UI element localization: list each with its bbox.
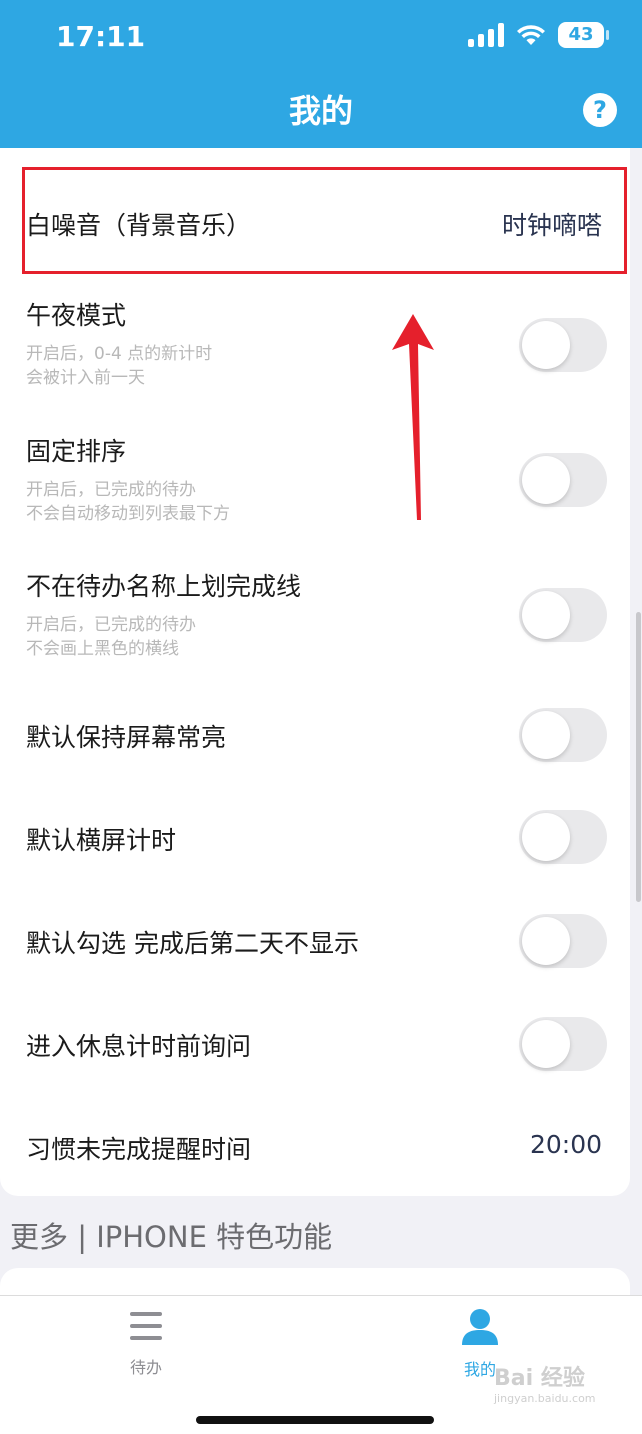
setting-no-strikethrough: 不在待办名称上划完成线 开启后，已完成的待办 不会画上黑色的横线 <box>0 549 630 679</box>
status-time: 17:11 <box>56 20 146 53</box>
setting-landscape-timer: 默认横屏计时 <box>0 786 630 886</box>
help-icon[interactable]: ? <box>583 93 617 127</box>
setting-title: 午夜模式 <box>26 301 127 330</box>
setting-midnight-mode: 午夜模式 开启后，0-4 点的新计时 会被计入前一天 <box>0 278 630 408</box>
landscape-timer-toggle[interactable] <box>519 810 607 864</box>
page-title: 我的 <box>288 92 353 130</box>
setting-title: 习惯未完成提醒时间 <box>26 1135 252 1164</box>
setting-hide-next-day: 默认勾选 完成后第二天不显示 <box>0 890 630 990</box>
highlight-box <box>22 167 627 274</box>
setting-title: 默认勾选 完成后第二天不显示 <box>26 929 359 958</box>
list-icon <box>130 1312 162 1340</box>
setting-value: 20:00 <box>529 1130 602 1159</box>
hide-next-day-toggle[interactable] <box>519 914 607 968</box>
tab-label: 待办 <box>129 1358 162 1377</box>
settings-card: 白噪音（背景音乐） 时钟嘀嗒 午夜模式 开启后，0-4 点的新计时 会被计入前一… <box>0 148 630 1196</box>
header-bar: 17:11 43 我的 ? <box>0 0 642 148</box>
setting-desc: 开启后，0-4 点的新计时 <box>26 344 213 364</box>
setting-title: 固定排序 <box>26 437 127 466</box>
setting-title: 默认横屏计时 <box>26 826 177 855</box>
midnight-mode-toggle[interactable] <box>519 318 607 372</box>
setting-habit-reminder[interactable]: 习惯未完成提醒时间 20:00 <box>0 1096 630 1196</box>
setting-desc: 开启后，已完成的待办 <box>26 615 196 635</box>
ask-before-rest-toggle[interactable] <box>519 1017 607 1071</box>
section-title: 更多 | IPHONE 特色功能 <box>10 1220 333 1254</box>
watermark: Bai 经验 jingyan.baidu.com <box>494 1360 596 1405</box>
setting-title: 进入休息计时前询问 <box>26 1032 252 1061</box>
wifi-icon <box>517 25 545 45</box>
setting-desc: 开启后，已完成的待办 <box>26 480 196 500</box>
tab-todo[interactable]: 待办 <box>86 1308 206 1378</box>
watermark-brand: Bai 经验 <box>494 1366 585 1391</box>
setting-desc: 会被计入前一天 <box>26 368 145 388</box>
annotation-arrow-icon <box>392 314 434 520</box>
setting-title: 默认保持屏幕常亮 <box>26 723 227 752</box>
battery-icon: 43 <box>558 22 609 48</box>
setting-title: 不在待办名称上划完成线 <box>26 572 302 601</box>
no-strikethrough-toggle[interactable] <box>519 588 607 642</box>
setting-ask-before-rest: 进入休息计时前询问 <box>0 993 630 1093</box>
status-icons: 43 <box>468 22 609 48</box>
setting-keep-screen-on: 默认保持屏幕常亮 <box>0 684 630 784</box>
setting-desc: 不会画上黑色的横线 <box>26 639 179 659</box>
scrollbar[interactable] <box>636 612 641 902</box>
setting-desc: 不会自动移动到列表最下方 <box>26 504 230 524</box>
cellular-signal-icon <box>468 23 504 47</box>
home-indicator <box>196 1416 434 1424</box>
user-icon <box>462 1309 498 1345</box>
setting-fixed-sort: 固定排序 开启后，已完成的待办 不会自动移动到列表最下方 <box>0 414 630 544</box>
keep-screen-on-toggle[interactable] <box>519 708 607 762</box>
watermark-url: jingyan.baidu.com <box>494 1392 596 1405</box>
fixed-sort-toggle[interactable] <box>519 453 607 507</box>
